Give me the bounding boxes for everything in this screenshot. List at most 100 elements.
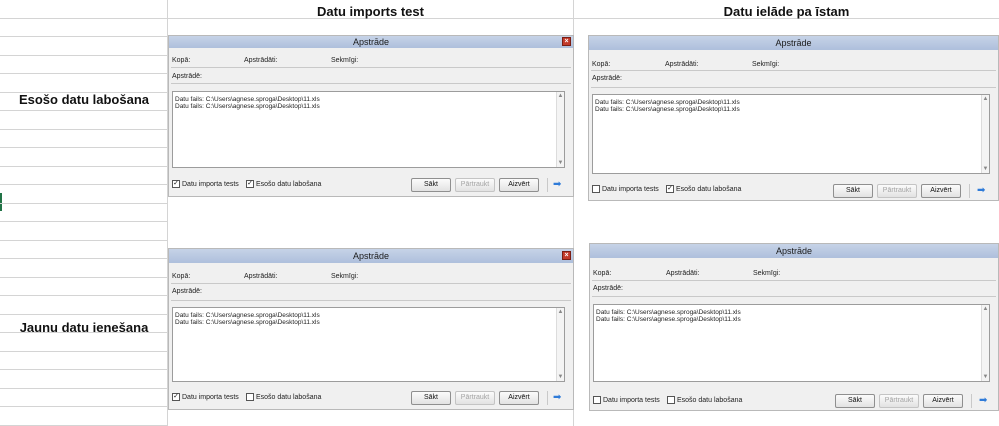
success-label: Sekmīgi:	[753, 270, 781, 277]
row-divider	[0, 110, 168, 111]
vertical-scrollbar[interactable]: ▲ ▼	[556, 308, 564, 381]
row-divider	[0, 203, 168, 204]
import-test-checkbox[interactable]: ✓ Datu importa tests	[172, 393, 239, 401]
row-divider	[0, 388, 168, 389]
close-button[interactable]: Aizvērt	[499, 178, 539, 192]
row-label-new: Jaunu datu ienešana	[19, 320, 149, 335]
row-divider	[0, 258, 168, 259]
import-test-checkbox[interactable]: Datu importa tests	[593, 396, 660, 404]
checkbox-label: Esošo datu labošana	[256, 393, 322, 401]
existing-data-checkbox[interactable]: Esošo datu labošana	[246, 393, 321, 401]
checkbox-label: Datu importa tests	[182, 393, 239, 401]
row-label-existing: Esošo datu labošana	[18, 92, 150, 107]
checkbox-label: Esošo datu labošana	[256, 180, 322, 188]
checkbox-label: Esošo datu labošana	[677, 396, 743, 404]
interrupt-button[interactable]: Pārtraukt	[455, 178, 495, 192]
close-button[interactable]: Aizvērt	[923, 394, 963, 408]
forward-arrow-icon[interactable]: ➡	[979, 395, 987, 407]
log-line: Datu fails: C:\Users\agnese.sproga\Deskt…	[595, 99, 740, 106]
dialog-title: Apstrāde	[589, 36, 998, 50]
checkbox-box[interactable]	[593, 396, 601, 404]
log-textarea[interactable]: Datu fails: C:\Users\agnese.sproga\Deskt…	[172, 307, 565, 382]
processing-label: Apstrādē:	[593, 285, 623, 292]
close-icon[interactable]: ×	[562, 37, 571, 46]
divider	[591, 70, 996, 71]
row-divider	[0, 314, 168, 315]
total-label: Kopā:	[593, 270, 612, 277]
row-divider	[0, 184, 168, 185]
divider	[592, 280, 996, 281]
scroll-down-icon[interactable]: ▼	[982, 165, 989, 173]
scroll-up-icon[interactable]: ▲	[982, 95, 989, 103]
checkbox-box[interactable]: ✓	[666, 185, 674, 193]
log-line: Datu fails: C:\Users\agnese.sproga\Deskt…	[596, 316, 741, 323]
scroll-down-icon[interactable]: ▼	[557, 373, 564, 381]
start-button[interactable]: Sākt	[411, 391, 451, 405]
divider	[971, 394, 972, 408]
divider	[171, 300, 571, 301]
checkbox-box[interactable]	[246, 393, 254, 401]
scroll-down-icon[interactable]: ▼	[557, 159, 564, 167]
scroll-down-icon[interactable]: ▼	[982, 373, 989, 381]
checkbox-box[interactable]	[667, 396, 675, 404]
processed-label: Apstrādāti:	[244, 57, 278, 64]
close-button[interactable]: Aizvērt	[921, 184, 961, 198]
log-line: Datu fails: C:\Users\agnese.sproga\Deskt…	[175, 96, 320, 103]
divider	[547, 178, 548, 192]
row-divider	[0, 55, 168, 56]
existing-data-checkbox[interactable]: Esošo datu labošana	[667, 396, 742, 404]
import-test-checkbox[interactable]: Datu importa tests	[592, 185, 659, 193]
checkbox-box[interactable]: ✓	[246, 180, 254, 188]
scroll-up-icon[interactable]: ▲	[982, 305, 989, 313]
interrupt-button[interactable]: Pārtraukt	[879, 394, 919, 408]
scroll-up-icon[interactable]: ▲	[557, 92, 564, 100]
close-button[interactable]: Aizvērt	[499, 391, 539, 405]
start-button[interactable]: Sākt	[835, 394, 875, 408]
forward-arrow-icon[interactable]: ➡	[553, 179, 561, 191]
divider	[547, 391, 548, 405]
success-label: Sekmīgi:	[752, 61, 780, 68]
vertical-scrollbar[interactable]: ▲ ▼	[981, 95, 989, 173]
checkbox-box[interactable]: ✓	[172, 180, 180, 188]
processing-dialog: Apstrāde × Kopā: Apstrādāti: Sekmīgi: Ap…	[168, 35, 574, 197]
checkbox-box[interactable]	[592, 185, 600, 193]
row-divider	[0, 147, 168, 148]
log-textarea[interactable]: Datu fails: C:\Users\agnese.sproga\Deskt…	[172, 91, 565, 168]
log-textarea[interactable]: Datu fails: C:\Users\agnese.sproga\Deskt…	[592, 94, 990, 174]
total-label: Kopā:	[592, 61, 611, 68]
processing-dialog: Apstrāde Kopā: Apstrādāti: Sekmīgi: Apst…	[588, 35, 999, 201]
start-button[interactable]: Sākt	[833, 184, 873, 198]
dialog-title: Apstrāde	[590, 244, 998, 258]
existing-data-checkbox[interactable]: ✓ Esošo datu labošana	[666, 185, 741, 193]
row-divider	[0, 221, 168, 222]
column-header-real: Datu ielāde pa īstam	[723, 4, 850, 19]
vertical-scrollbar[interactable]: ▲ ▼	[981, 305, 989, 381]
divider	[969, 184, 970, 198]
row-divider	[0, 129, 168, 130]
close-icon[interactable]: ×	[562, 251, 571, 260]
forward-arrow-icon[interactable]: ➡	[977, 185, 985, 197]
total-label: Kopā:	[172, 273, 191, 280]
row-divider	[0, 351, 168, 352]
success-label: Sekmīgi:	[331, 57, 359, 64]
checkbox-box[interactable]: ✓	[172, 393, 180, 401]
log-line: Datu fails: C:\Users\agnese.sproga\Deskt…	[595, 106, 740, 113]
vertical-scrollbar[interactable]: ▲ ▼	[556, 92, 564, 167]
divider	[171, 67, 571, 68]
active-cell-marker	[0, 193, 2, 211]
checkbox-label: Datu importa tests	[603, 396, 660, 404]
forward-arrow-icon[interactable]: ➡	[553, 392, 561, 404]
dialog-title: Apstrāde	[169, 249, 573, 263]
start-button[interactable]: Sākt	[411, 178, 451, 192]
log-line: Datu fails: C:\Users\agnese.sproga\Deskt…	[175, 319, 320, 326]
processing-dialog: Apstrāde Kopā: Apstrādāti: Sekmīgi: Apst…	[589, 243, 999, 411]
row-divider	[0, 73, 168, 74]
log-textarea[interactable]: Datu fails: C:\Users\agnese.sproga\Deskt…	[593, 304, 990, 382]
processed-label: Apstrādāti:	[666, 270, 700, 277]
row-divider	[0, 295, 168, 296]
interrupt-button[interactable]: Pārtraukt	[455, 391, 495, 405]
interrupt-button[interactable]: Pārtraukt	[877, 184, 917, 198]
import-test-checkbox[interactable]: ✓ Datu importa tests	[172, 180, 239, 188]
existing-data-checkbox[interactable]: ✓ Esošo datu labošana	[246, 180, 321, 188]
scroll-up-icon[interactable]: ▲	[557, 308, 564, 316]
